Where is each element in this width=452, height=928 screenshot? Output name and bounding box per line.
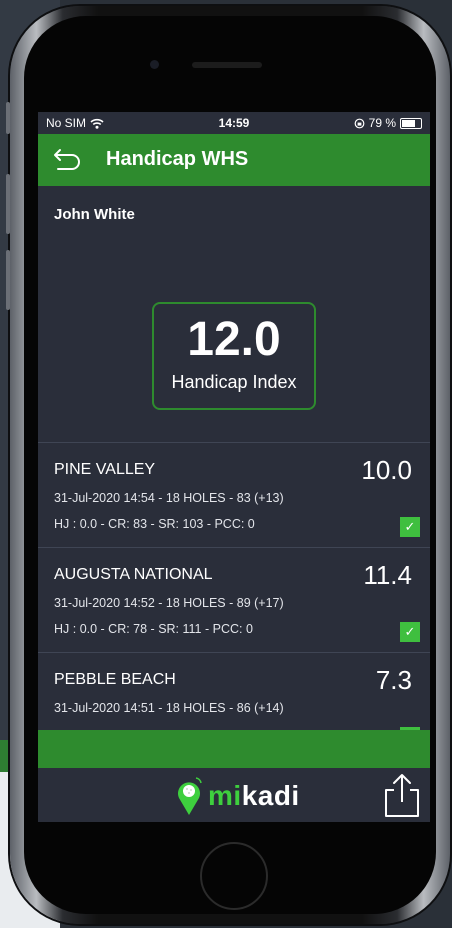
round-course-name: PINE VALLEY xyxy=(54,461,156,478)
round-row[interactable]: PEBBLE BEACH 7.3 31-Jul-2020 14:51 - 18 … xyxy=(38,653,430,730)
volume-up-button xyxy=(6,174,10,234)
mikadi-logo: mikadi xyxy=(176,776,300,816)
status-bar: No SIM 14:59 79 % xyxy=(38,112,430,134)
round-differential: 7.3 xyxy=(375,665,412,695)
round-meta: 31-Jul-2020 14:52 - 18 HOLES - 89 (+17) xyxy=(54,596,284,610)
handicap-index-label: Handicap Index xyxy=(171,372,297,392)
round-differential: 11.4 xyxy=(363,560,412,590)
front-camera xyxy=(150,60,159,69)
app-header: Handicap WHS xyxy=(38,134,430,186)
handicap-index-card: 12.0 Handicap Index xyxy=(152,302,316,410)
home-button[interactable] xyxy=(200,842,268,910)
round-counted-checkbox[interactable]: ✓ xyxy=(400,517,420,537)
round-counted-checkbox[interactable]: ✓ xyxy=(400,622,420,642)
orientation-lock-icon xyxy=(354,118,365,128)
round-course-name: PEBBLE BEACH xyxy=(54,671,176,688)
logo-text-prefix: mi xyxy=(208,780,242,811)
round-details: HJ : 0.0 - CR: 83 - SR: 103 - PCC: 0 xyxy=(54,517,255,531)
round-row[interactable]: AUGUSTA NATIONAL 11.4 31-Jul-2020 14:52 … xyxy=(38,548,430,653)
logo-text-suffix: kadi xyxy=(241,780,300,811)
round-course-name: AUGUSTA NATIONAL xyxy=(54,566,213,583)
back-arrow-icon[interactable] xyxy=(48,146,82,174)
round-row[interactable]: PINE VALLEY 10.0 31-Jul-2020 14:54 - 18 … xyxy=(38,443,430,548)
round-details: HJ : 0.0 - CR: 78 - SR: 111 - PCC: 0 xyxy=(54,622,253,636)
round-meta: 31-Jul-2020 14:54 - 18 HOLES - 83 (+13) xyxy=(54,491,284,505)
round-meta: 31-Jul-2020 14:51 - 18 HOLES - 86 (+14) xyxy=(54,701,284,715)
round-differential: 10.0 xyxy=(361,455,412,485)
share-icon[interactable] xyxy=(380,772,424,820)
phone-screen: No SIM 14:59 79 % Handicap WHS John Whit… xyxy=(38,112,430,822)
footer: mikadi xyxy=(38,768,430,822)
battery-icon xyxy=(400,117,422,129)
player-name: John White xyxy=(54,206,135,223)
battery-percent: 79 % xyxy=(368,116,396,130)
page-title: Handicap WHS xyxy=(106,148,249,170)
handicap-index-value: 12.0 xyxy=(187,313,281,366)
rounds-list[interactable]: PINE VALLEY 10.0 31-Jul-2020 14:54 - 18 … xyxy=(38,443,430,730)
battery-level-fill xyxy=(402,119,415,127)
bottom-green-bar xyxy=(38,730,430,768)
logo-text: mikadi xyxy=(208,780,300,812)
status-right: 79 % xyxy=(354,116,422,130)
mute-switch xyxy=(6,102,10,134)
location-pin-icon xyxy=(178,777,202,815)
volume-down-button xyxy=(6,250,10,310)
earpiece-speaker xyxy=(192,62,262,68)
